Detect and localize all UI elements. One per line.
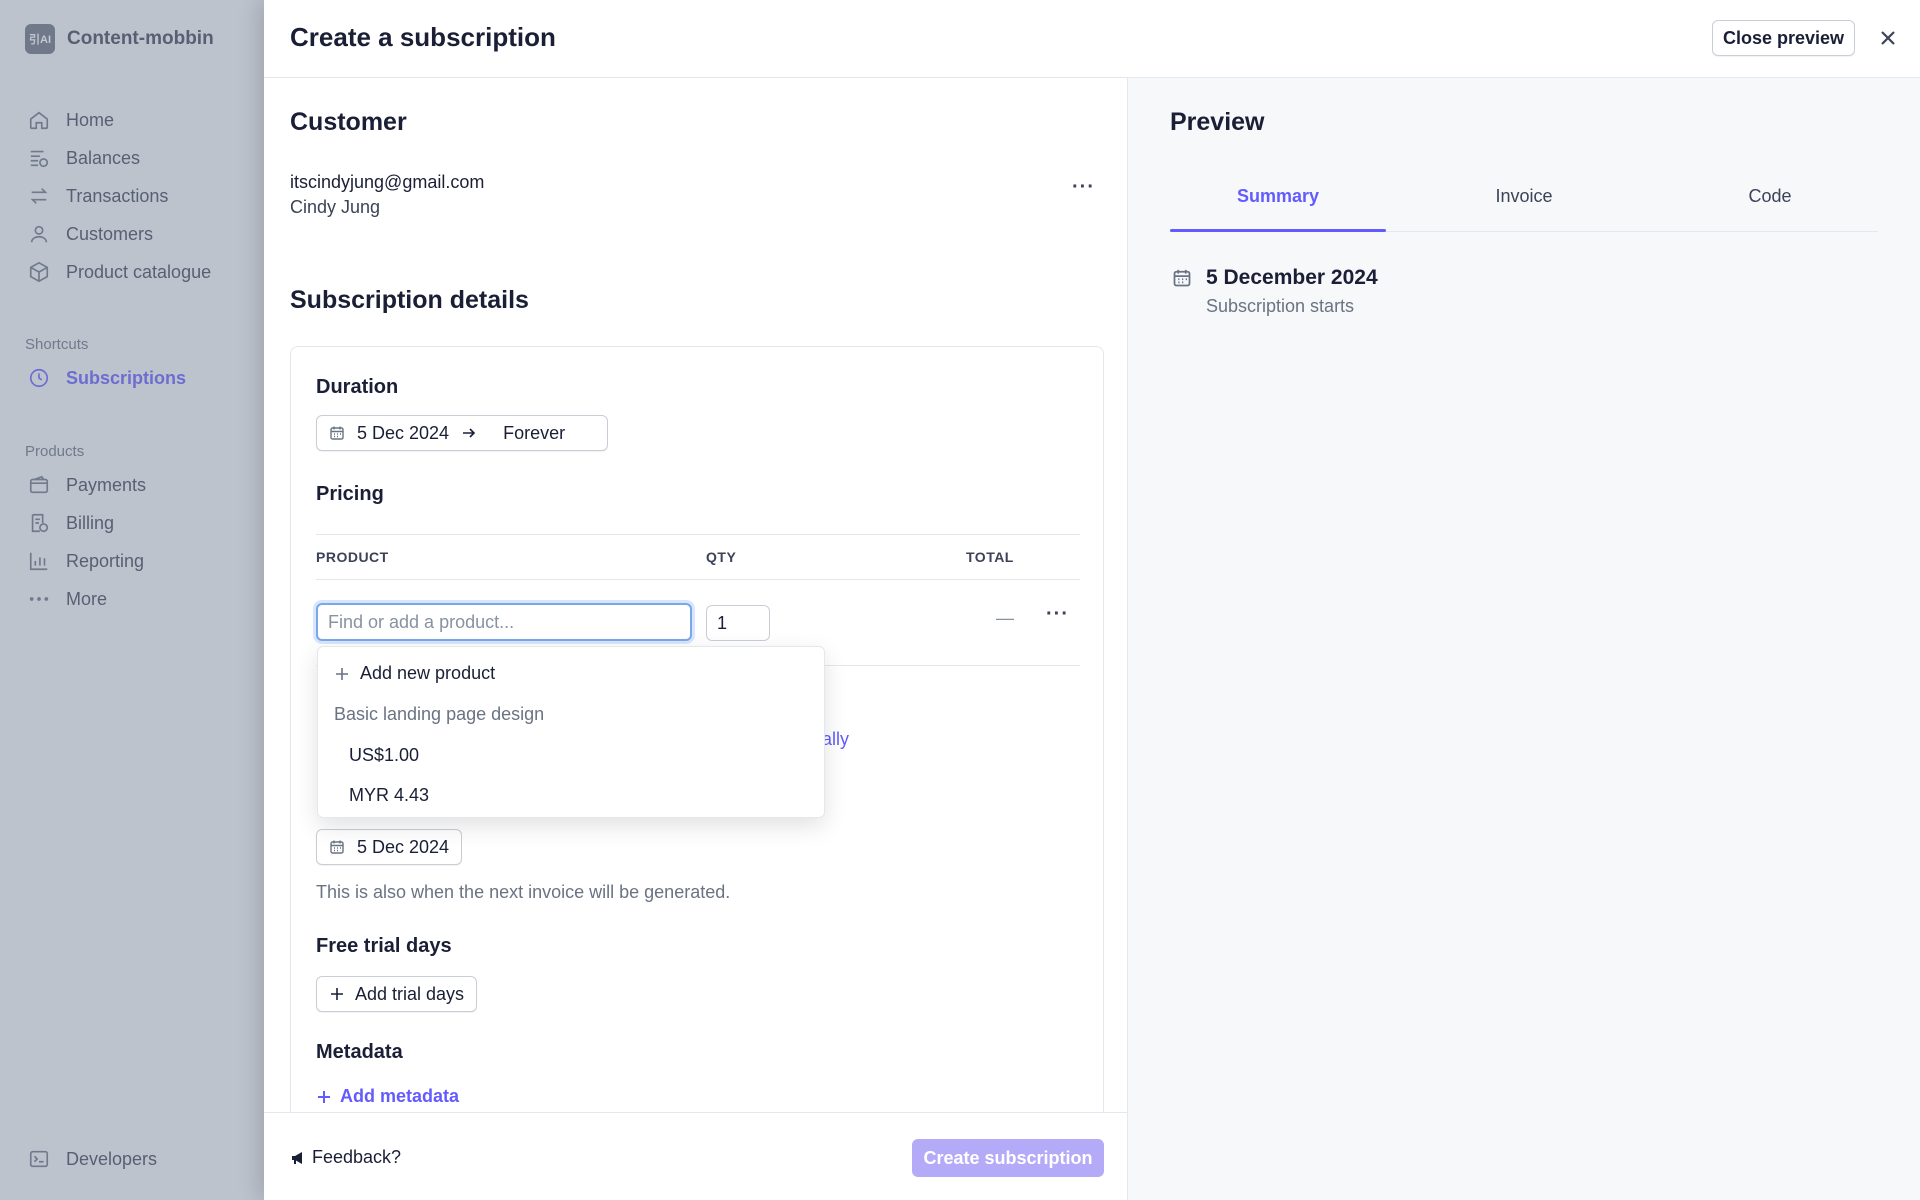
customer-heading: Customer bbox=[290, 108, 407, 136]
duration-label: Duration bbox=[316, 376, 399, 398]
feedback-label: Feedback? bbox=[312, 1147, 402, 1167]
add-new-product-option[interactable]: Add new product bbox=[334, 663, 495, 684]
add-trial-days-label: Add trial days bbox=[355, 983, 465, 1004]
product-search-input[interactable] bbox=[316, 603, 692, 641]
duration-picker[interactable]: 5 Dec 2024 Forever bbox=[316, 415, 608, 451]
subscription-start-date: 5 December 2024 bbox=[1206, 266, 1378, 289]
active-tab-indicator bbox=[1170, 229, 1386, 232]
customer-name: Cindy Jung bbox=[290, 197, 381, 217]
add-metadata-link[interactable]: Add metadata bbox=[316, 1086, 459, 1107]
page-title: Create a subscription bbox=[290, 22, 556, 52]
close-icon[interactable] bbox=[1874, 24, 1902, 52]
megaphone-icon bbox=[292, 1151, 302, 1164]
create-subscription-modal: Create a subscription Close preview Cust… bbox=[264, 0, 1920, 1200]
add-new-product-label: Add new product bbox=[360, 663, 496, 683]
calendar-icon bbox=[330, 840, 344, 854]
customer-more-icon[interactable]: ··· bbox=[1072, 176, 1095, 199]
line-total: — bbox=[996, 608, 1014, 628]
line-item-more-icon[interactable]: ··· bbox=[1046, 603, 1069, 626]
modal-backdrop[interactable] bbox=[0, 0, 266, 1200]
subscription-form: Customer itscindyjung@gmail.com Cindy Ju… bbox=[264, 78, 1128, 1112]
plus-icon bbox=[336, 667, 348, 680]
preview-pane: Preview Summary Invoice Code 5 December … bbox=[1128, 78, 1920, 1200]
metadata-label: Metadata bbox=[316, 1041, 403, 1063]
subscription-details-heading: Subscription details bbox=[290, 286, 529, 314]
duration-end: Forever bbox=[503, 422, 566, 443]
calendar-icon bbox=[330, 426, 344, 440]
preview-heading: Preview bbox=[1170, 108, 1265, 136]
column-product: PRODUCT bbox=[316, 549, 389, 565]
pricing-label: Pricing bbox=[316, 483, 384, 505]
billing-date-picker[interactable]: 5 Dec 2024 bbox=[316, 829, 463, 865]
feedback-link[interactable]: Feedback? bbox=[290, 1147, 401, 1168]
arrow-right-icon bbox=[463, 428, 476, 438]
billing-date: 5 Dec 2024 bbox=[357, 836, 450, 857]
tab-invoice[interactable]: Invoice bbox=[1416, 186, 1632, 207]
preview-tabs: Summary Invoice Code bbox=[1170, 152, 1878, 232]
pricing-table-header: PRODUCT QTY TOTAL bbox=[316, 534, 1080, 580]
price-option[interactable]: US$1.00 bbox=[349, 745, 419, 766]
billing-helper-text: This is also when the next invoice will … bbox=[316, 882, 731, 902]
product-group-label: Basic landing page design bbox=[334, 704, 545, 724]
customer-email: itscindyjung@gmail.com bbox=[290, 172, 485, 192]
subscription-start-label: Subscription starts bbox=[1206, 296, 1355, 316]
create-subscription-button[interactable]: Create subscription bbox=[912, 1139, 1104, 1177]
modal-footer: Feedback? Create subscription bbox=[264, 1112, 1128, 1200]
add-trial-days-button[interactable]: Add trial days bbox=[316, 976, 478, 1012]
plus-icon bbox=[318, 1090, 330, 1103]
modal-header: Create a subscription Close preview bbox=[264, 0, 1920, 78]
price-option[interactable]: MYR 4.43 bbox=[349, 785, 429, 806]
partial-link[interactable]: ally bbox=[822, 729, 849, 750]
free-trial-label: Free trial days bbox=[316, 935, 452, 957]
duration-start: 5 Dec 2024 bbox=[357, 422, 450, 443]
calendar-icon bbox=[1173, 269, 1191, 287]
add-metadata-label: Add metadata bbox=[340, 1086, 460, 1106]
column-total: TOTAL bbox=[966, 549, 1014, 565]
column-qty: QTY bbox=[706, 549, 737, 565]
tab-code[interactable]: Code bbox=[1662, 186, 1878, 207]
plus-icon bbox=[331, 988, 343, 1000]
tab-summary[interactable]: Summary bbox=[1170, 186, 1386, 207]
product-dropdown: Add new product Basic landing page desig… bbox=[317, 646, 825, 818]
close-preview-button[interactable]: Close preview bbox=[1712, 20, 1856, 56]
quantity-input[interactable] bbox=[706, 605, 770, 641]
